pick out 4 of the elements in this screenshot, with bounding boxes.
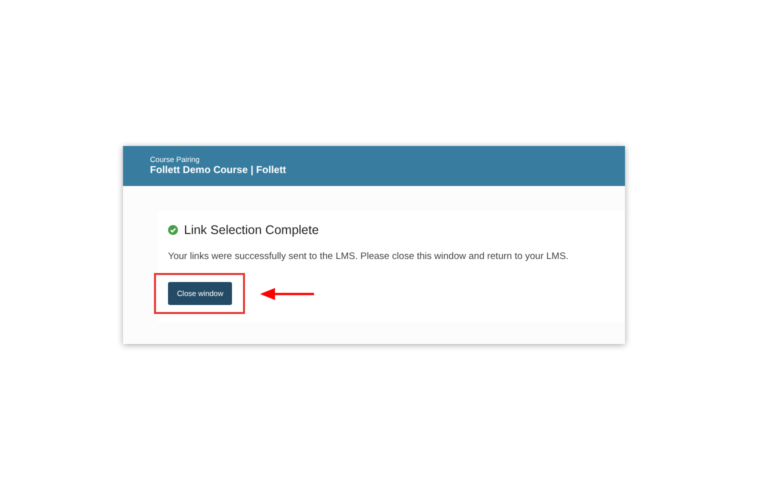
message-text: Your links were successfully sent to the LMS. Please close this window and return to your LMS. [168, 251, 570, 262]
message-heading: Link Selection Complete [184, 223, 319, 237]
header-title: Follett Demo Course | Follett [150, 164, 288, 177]
annotation-arrow [260, 288, 314, 300]
